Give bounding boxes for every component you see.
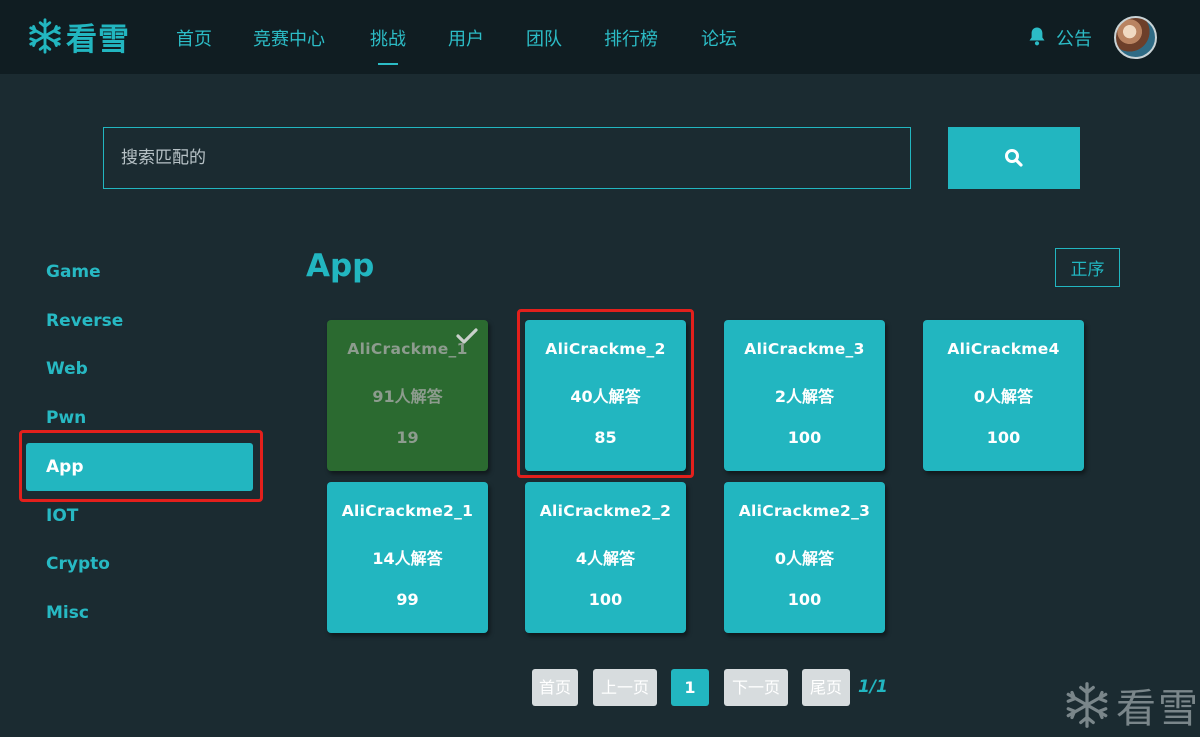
search-icon <box>1005 149 1023 167</box>
challenge-name: AliCrackme_2 <box>545 340 666 358</box>
sidebar-item-reverse[interactable]: Reverse <box>26 297 253 345</box>
search-button[interactable] <box>948 127 1080 189</box>
logo-text: 看雪 <box>66 21 130 58</box>
challenge-name: AliCrackme2_3 <box>738 502 871 520</box>
challenge-name: AliCrackme2_2 <box>539 502 672 520</box>
challenge-solves: 0人解答 <box>973 387 1034 406</box>
nav-item-leaderboard[interactable]: 排行榜 <box>604 25 658 51</box>
challenge-solves: 14人解答 <box>372 549 443 568</box>
sidebar-item-crypto[interactable]: Crypto <box>26 540 253 588</box>
sidebar-item-game[interactable]: Game <box>26 248 253 296</box>
sidebar-item-app[interactable]: App <box>26 443 253 491</box>
snowflake-icon <box>1066 682 1108 728</box>
challenge-score: 99 <box>396 590 419 609</box>
challenge-solves: 91人解答 <box>372 387 443 406</box>
challenge-score: 85 <box>594 428 617 447</box>
next-page-button[interactable]: 下一页 <box>724 669 788 706</box>
challenge-name: AliCrackme_3 <box>744 340 865 358</box>
nav-item-users[interactable]: 用户 <box>448 25 484 51</box>
challenge-score: 100 <box>787 590 822 609</box>
challenge-card[interactable]: AliCrackme4 0人解答 100 <box>923 320 1084 471</box>
sidebar-item-misc[interactable]: Misc <box>26 589 253 637</box>
top-nav: 看雪 首页 竞赛中心 挑战 用户 团队 排行榜 论坛 公告 <box>0 0 1200 74</box>
challenge-card[interactable]: AliCrackme_2 40人解答 85 <box>525 320 686 471</box>
watermark-text: 看雪 <box>1116 686 1200 732</box>
challenge-score: 19 <box>396 428 419 447</box>
bell-icon[interactable] <box>1028 26 1046 46</box>
nav-item-competitions[interactable]: 竞赛中心 <box>253 25 325 51</box>
challenge-score: 100 <box>588 590 623 609</box>
challenge-card[interactable]: AliCrackme2_3 0人解答 100 <box>724 482 885 633</box>
challenge-solves: 40人解答 <box>570 387 641 406</box>
sidebar-item-pwn[interactable]: Pwn <box>26 394 253 442</box>
challenge-card[interactable]: AliCrackme2_1 14人解答 99 <box>327 482 488 633</box>
watermark: 看雪 <box>1062 676 1200 734</box>
challenge-score: 100 <box>986 428 1021 447</box>
nav-item-forum[interactable]: 论坛 <box>701 25 737 51</box>
challenge-solves: 4人解答 <box>575 549 636 568</box>
challenge-name: AliCrackme_1 <box>347 340 468 358</box>
notice-link[interactable]: 公告 <box>1056 25 1092 51</box>
page-info: 1/1 <box>858 677 888 697</box>
sidebar-item-web[interactable]: Web <box>26 345 253 393</box>
nav-item-challenges[interactable]: 挑战 <box>370 25 406 51</box>
snowflake-icon <box>29 18 61 54</box>
nav-item-teams[interactable]: 团队 <box>526 25 562 51</box>
challenge-name: AliCrackme2_1 <box>341 502 474 520</box>
challenge-solves: 2人解答 <box>774 387 835 406</box>
sidebar-item-iot[interactable]: IOT <box>26 492 253 540</box>
sort-order-button[interactable]: 正序 <box>1055 248 1120 287</box>
challenge-card[interactable]: AliCrackme_1 91人解答 19 <box>327 320 488 471</box>
site-logo[interactable]: 看雪 <box>26 13 130 59</box>
challenge-card[interactable]: AliCrackme_3 2人解答 100 <box>724 320 885 471</box>
search-input[interactable] <box>103 127 911 189</box>
prev-page-button[interactable]: 上一页 <box>593 669 657 706</box>
challenge-solves: 0人解答 <box>774 549 835 568</box>
challenge-score: 100 <box>787 428 822 447</box>
first-page-button[interactable]: 首页 <box>532 669 578 706</box>
page-number-button[interactable]: 1 <box>671 669 709 706</box>
last-page-button[interactable]: 尾页 <box>802 669 850 706</box>
nav-item-home[interactable]: 首页 <box>176 25 212 51</box>
challenge-name: AliCrackme4 <box>947 340 1060 358</box>
challenge-card[interactable]: AliCrackme2_2 4人解答 100 <box>525 482 686 633</box>
avatar[interactable] <box>1114 16 1157 59</box>
section-title: App <box>306 248 375 284</box>
